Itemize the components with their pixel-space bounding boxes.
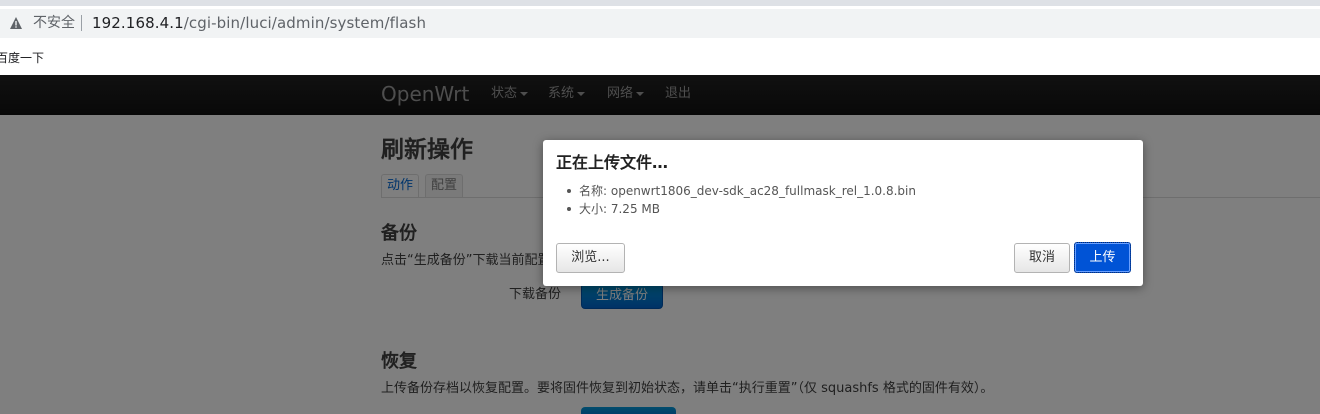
dialog-title: 正在上传文件… [556,153,669,172]
warning-triangle-icon[interactable] [9,16,23,30]
url-path: /cgi-bin/luci/admin/system/flash [183,14,427,32]
bookmarks-bar: 百度一下 [0,44,1320,75]
url-text[interactable]: 192.168.4.1/cgi-bin/luci/admin/system/fl… [92,14,426,32]
omnibox-separator [81,15,82,31]
browser-address-bar: 不安全 192.168.4.1/cgi-bin/luci/admin/syste… [0,0,1320,44]
security-label[interactable]: 不安全 [33,14,75,32]
cancel-button[interactable]: 取消 [1014,243,1070,273]
tab-strip [0,0,1320,6]
upload-dialog: 正在上传文件… 名称: openwrt1806_dev-sdk_ac28_ful… [543,140,1143,286]
url-host: 192.168.4.1 [92,14,184,32]
file-info-list: 名称: openwrt1806_dev-sdk_ac28_fullmask_re… [566,182,916,218]
file-size: 大小: 7.25 MB [566,200,916,218]
bookmark-baidu[interactable]: 百度一下 [0,50,44,66]
file-name: 名称: openwrt1806_dev-sdk_ac28_fullmask_re… [566,182,916,200]
browse-button[interactable]: 浏览... [556,243,625,273]
upload-button[interactable]: 上传 [1074,242,1131,273]
